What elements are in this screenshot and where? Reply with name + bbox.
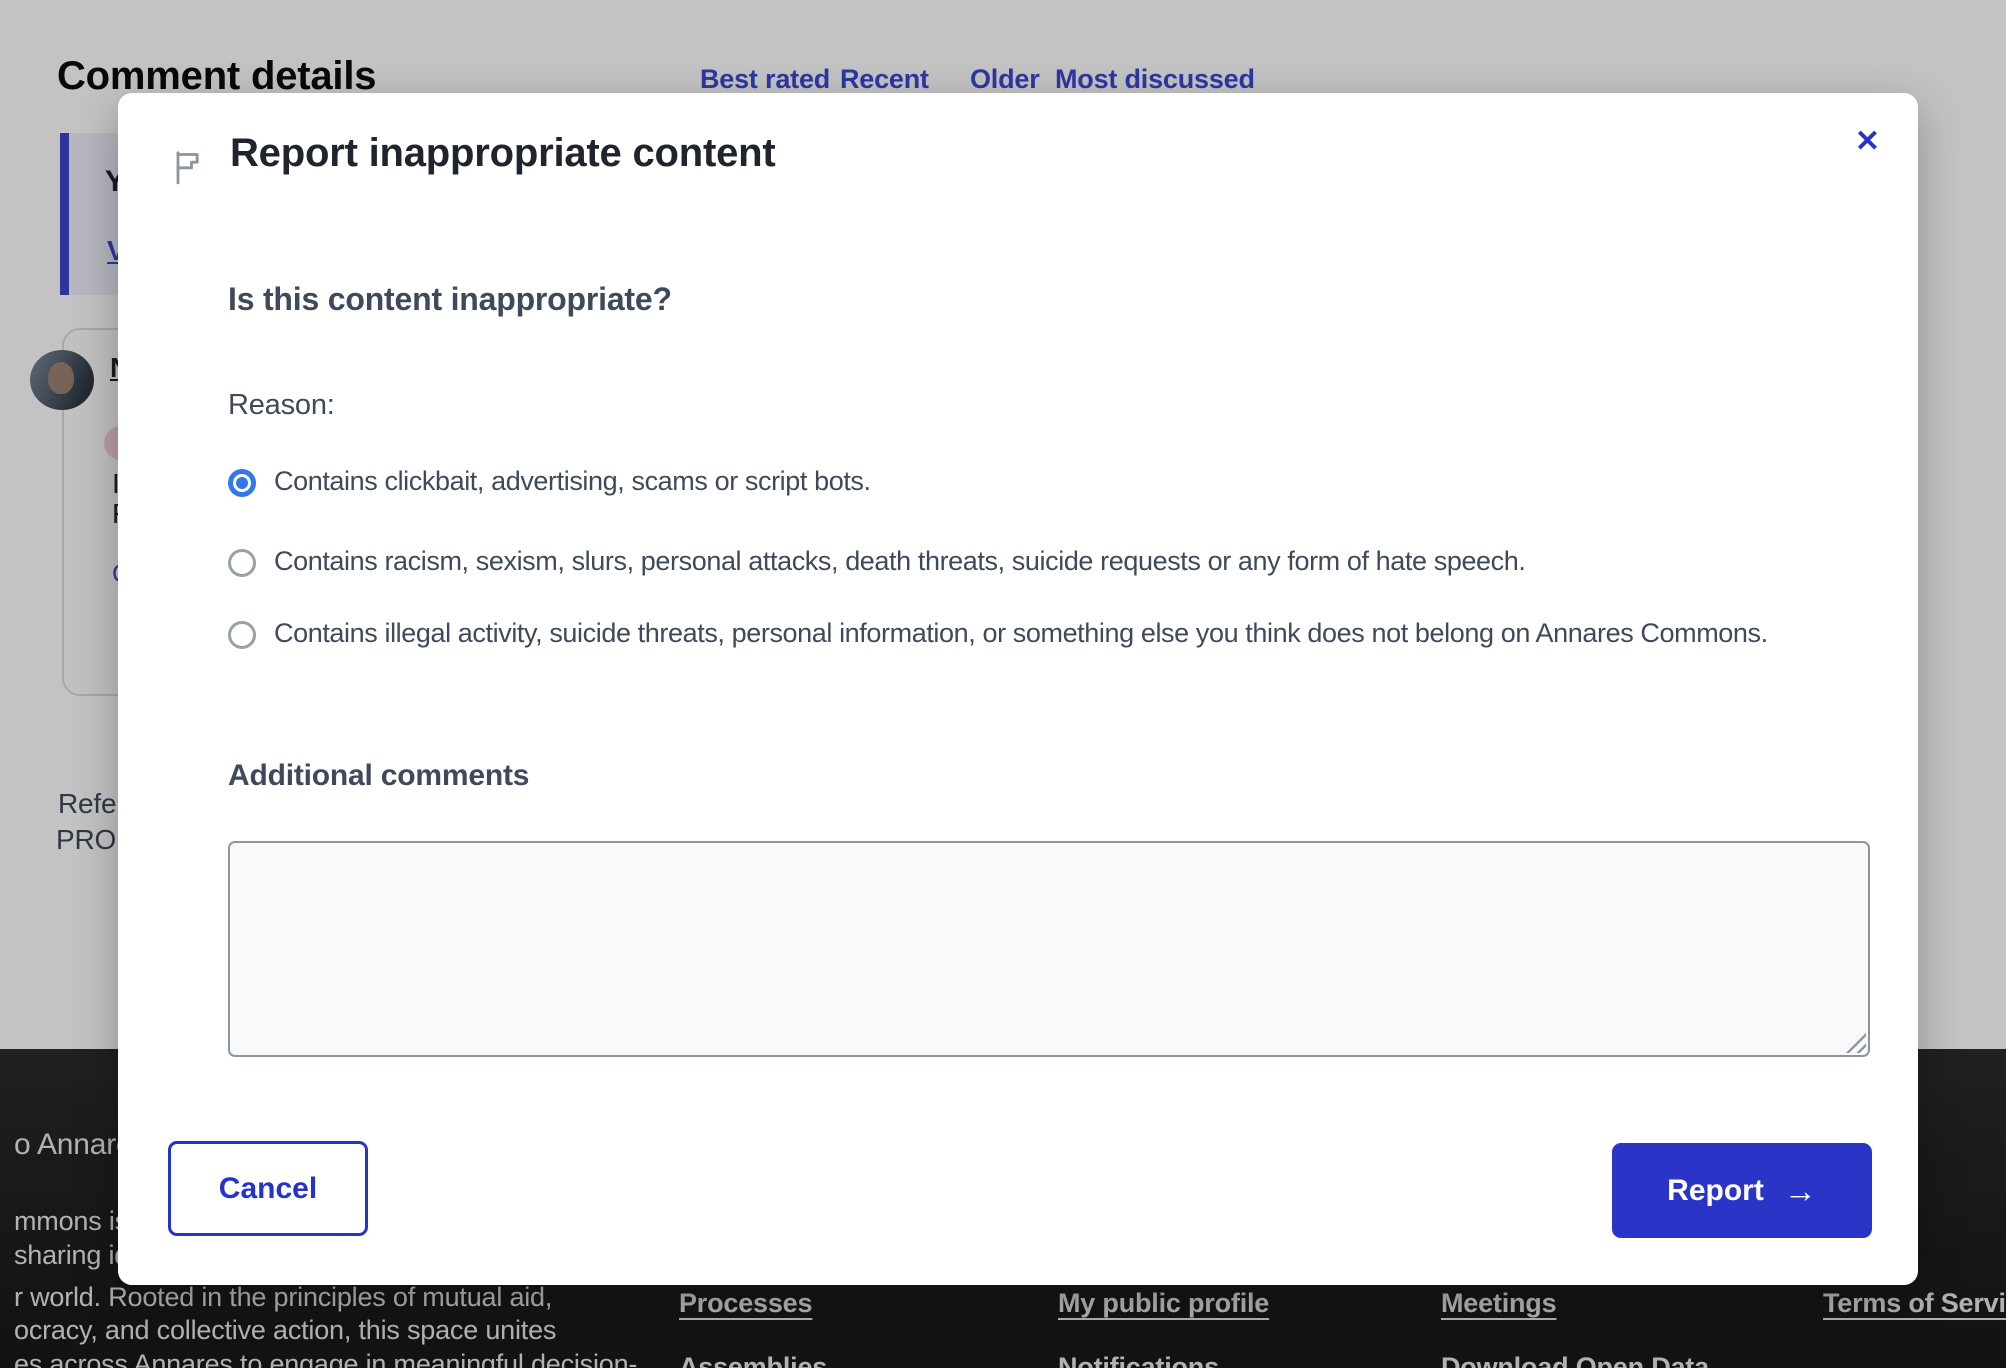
cancel-button[interactable]: Cancel xyxy=(168,1141,368,1236)
reason-option-label: Contains illegal activity, suicide threa… xyxy=(274,618,1768,648)
flag-icon xyxy=(168,147,208,187)
additional-comments-field xyxy=(228,841,1870,1057)
radio-selected-icon[interactable] xyxy=(228,469,256,497)
report-modal: Report inappropriate content ✕ Is this c… xyxy=(118,93,1918,1285)
reason-option-clickbait[interactable]: Contains clickbait, advertising, scams o… xyxy=(228,461,1928,501)
arrow-right-icon: → xyxy=(1784,1172,1817,1210)
radio-icon[interactable] xyxy=(228,549,256,577)
additional-comments-textarea[interactable] xyxy=(228,841,1870,1057)
screen: Comment details Best rated Recent Older … xyxy=(0,0,2006,1368)
additional-comments-label: Additional comments xyxy=(228,759,529,793)
radio-icon[interactable] xyxy=(228,621,256,649)
reason-option-label: Contains racism, sexism, slurs, personal… xyxy=(274,546,1526,576)
reason-option-illegal[interactable]: Contains illegal activity, suicide threa… xyxy=(228,613,1928,653)
reason-label: Reason: xyxy=(228,389,335,422)
modal-question: Is this content inappropriate? xyxy=(228,281,672,318)
report-button-label: Report xyxy=(1667,1174,1764,1208)
reason-option-label: Contains clickbait, advertising, scams o… xyxy=(274,466,871,496)
reason-option-hate-speech[interactable]: Contains racism, sexism, slurs, personal… xyxy=(228,541,1928,581)
close-icon[interactable]: ✕ xyxy=(1849,121,1886,163)
report-button[interactable]: Report → xyxy=(1612,1143,1872,1238)
modal-title: Report inappropriate content xyxy=(230,131,776,176)
